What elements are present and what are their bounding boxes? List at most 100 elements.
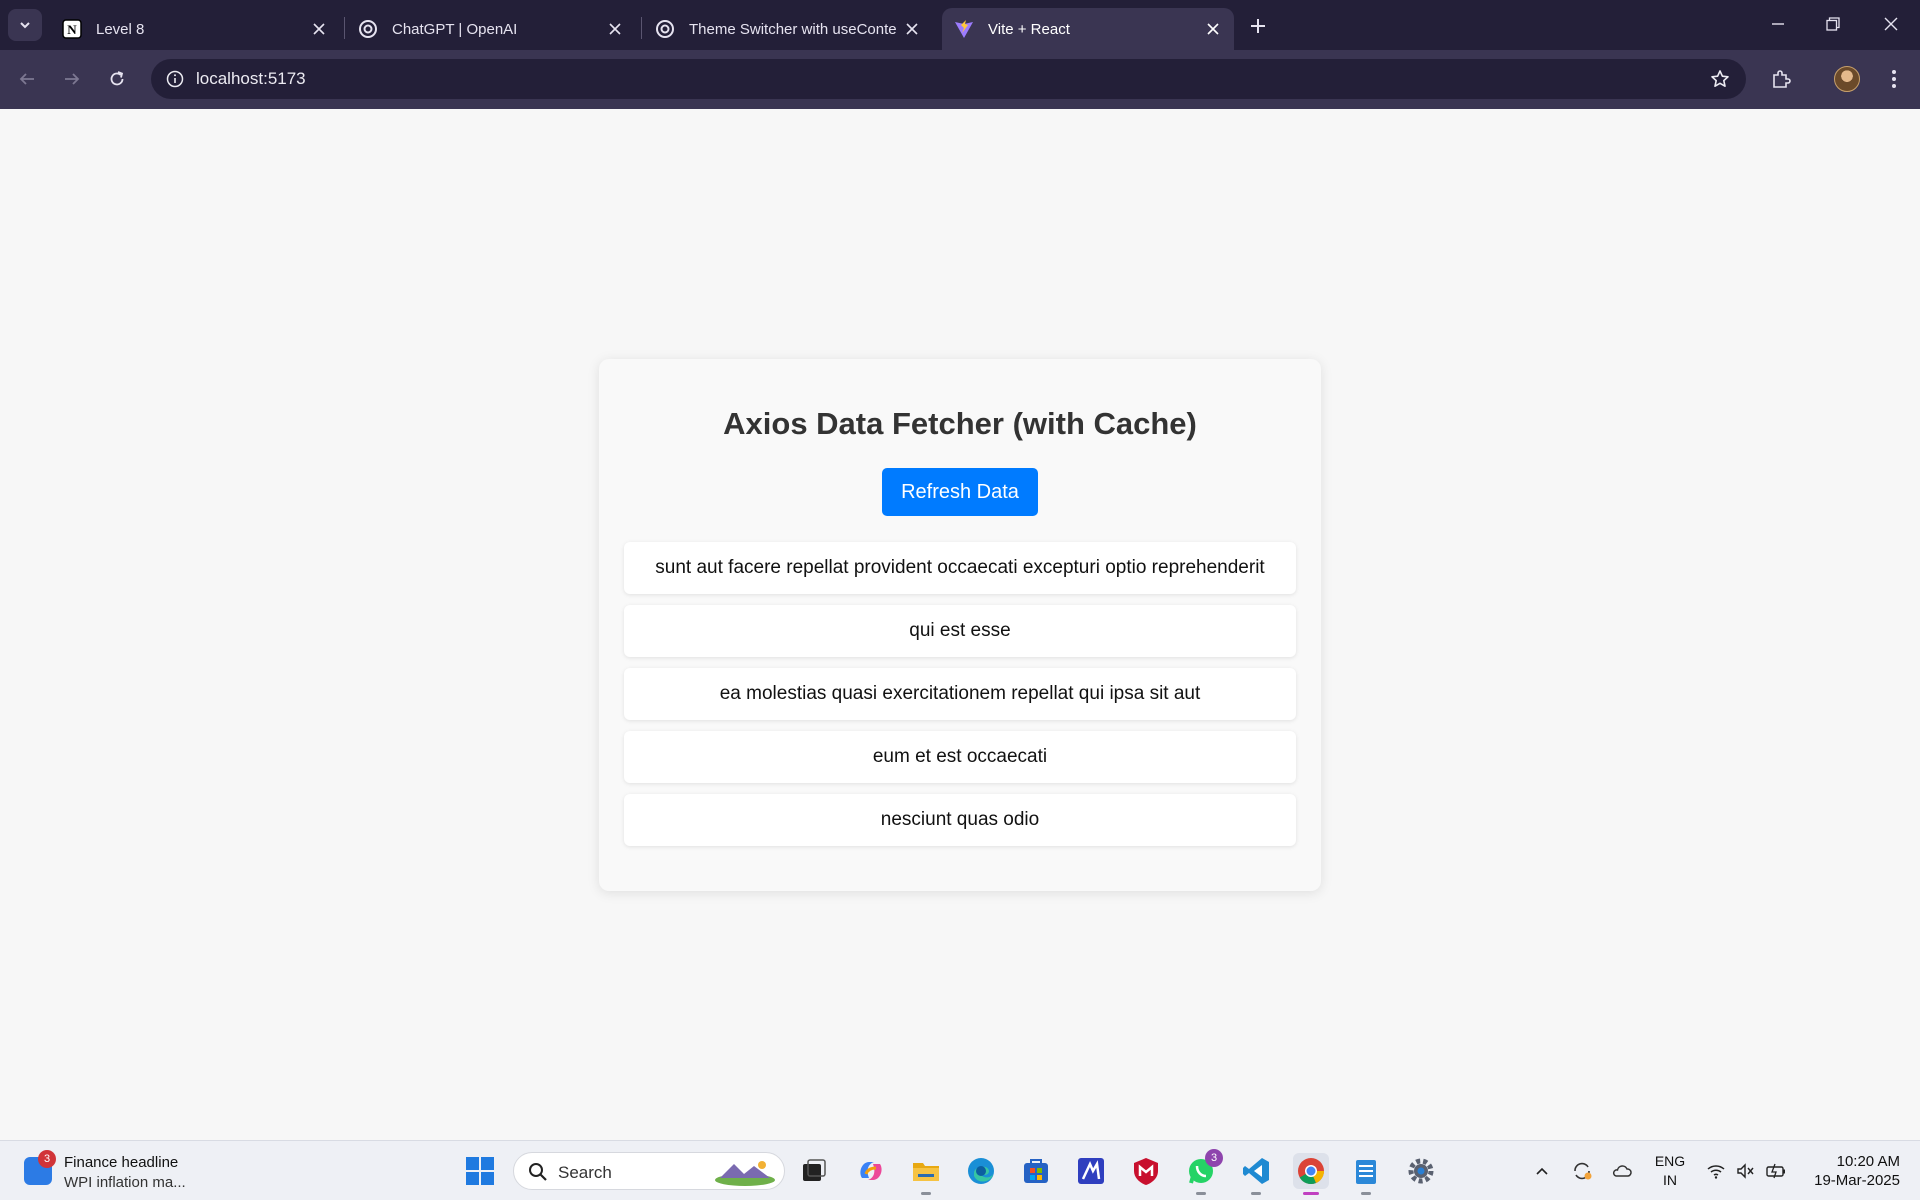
tab-divider [641,17,642,39]
extensions-button[interactable] [1765,63,1797,95]
data-fetcher-card: Axios Data Fetcher (with Cache) Refresh … [599,359,1321,891]
news-widget[interactable]: 3 Finance headline WPI inflation ma... [24,1150,224,1191]
file-explorer-button[interactable] [908,1153,944,1195]
close-tab-icon[interactable] [901,18,923,40]
avatar [1834,66,1860,92]
mcafee-button[interactable] [1128,1153,1164,1189]
minimize-icon [1772,23,1784,25]
site-info-icon[interactable] [163,67,187,91]
vscode-icon [1243,1158,1269,1184]
time-text: 10:20 AM [1836,1153,1900,1170]
refresh-data-button[interactable]: Refresh Data [882,468,1038,516]
tab-vite-react[interactable]: Vite + React [942,8,1234,50]
store-icon [1024,1159,1048,1183]
notion-icon: N [62,19,82,39]
bookmark-star-icon[interactable] [1708,67,1732,91]
arrow-left-icon [19,73,34,85]
notepad-button[interactable] [1348,1153,1384,1195]
language-code: ENG [1654,1153,1686,1169]
battery-charging-icon [1766,1163,1785,1179]
wifi-tray-button[interactable] [1704,1159,1728,1183]
restore-icon [1826,17,1840,31]
onedrive-tray-button[interactable] [1610,1159,1634,1183]
language-indicator[interactable]: ENG IN [1652,1152,1688,1190]
list-item: sunt aut facere repellat provident occae… [624,542,1296,594]
edge-button[interactable] [963,1153,999,1189]
windows-icon [466,1157,494,1185]
tab-chatgpt[interactable]: ChatGPT | OpenAI [346,8,636,50]
widget-title: Finance headline [64,1154,179,1171]
copilot-button[interactable] [853,1153,889,1189]
tab-theme-switcher[interactable]: Theme Switcher with useConte [643,8,933,50]
app-button[interactable] [1073,1153,1109,1189]
running-indicator [1251,1192,1261,1195]
list-item: ea molestias quasi exercitationem repell… [624,668,1296,720]
clock[interactable]: 10:20 AM 19-Mar-2025 [1800,1152,1900,1190]
battery-tray-button[interactable] [1764,1159,1788,1183]
notepad-icon [1356,1160,1376,1184]
chrome-icon [1298,1158,1324,1185]
new-tab-button[interactable] [1244,12,1272,40]
close-tab-icon[interactable] [1202,18,1224,40]
arrow-right-icon [65,73,80,85]
search-placeholder: Search [558,1163,612,1182]
search-icon [529,1163,547,1181]
task-view-button[interactable] [796,1153,832,1189]
browser-toolbar: localhost:5173 [0,50,1920,109]
tab-title: Level 8 [96,20,145,38]
store-button[interactable] [1018,1153,1054,1189]
sync-tray-button[interactable] [1570,1159,1594,1183]
address-bar[interactable]: localhost:5173 [151,59,1746,99]
list-item: eum et est occaecati [624,731,1296,783]
folder-icon [913,1163,939,1181]
taskbar: 3 Finance headline WPI inflation ma... S… [0,1140,1920,1200]
show-hidden-icons-button[interactable] [1530,1159,1554,1183]
task-view-icon [803,1159,826,1181]
notification-badge: 3 [1205,1149,1223,1167]
tab-strip: N Level 8 ChatGPT | OpenAI Theme Switche… [0,0,1920,50]
chrome-button[interactable] [1293,1153,1329,1195]
tab-level-8[interactable]: N Level 8 [50,8,340,50]
close-icon [1884,17,1898,31]
close-tab-icon[interactable] [604,18,626,40]
landscape-icon [715,1161,775,1186]
chevron-up-icon [1536,1167,1548,1175]
minimize-button[interactable] [1758,8,1798,40]
tab-search-button[interactable] [8,9,42,41]
mcafee-shield-icon [1134,1158,1158,1185]
vite-icon [954,19,974,39]
volume-tray-button[interactable] [1734,1159,1758,1183]
whatsapp-button[interactable]: 3 [1183,1149,1223,1195]
vscode-button[interactable] [1238,1153,1274,1195]
start-button[interactable] [462,1153,498,1189]
close-window-button[interactable] [1871,8,1911,40]
wifi-icon [1707,1165,1725,1179]
app-icon [1078,1158,1104,1184]
widget-subtitle: WPI inflation ma... [64,1174,186,1191]
cloud-icon [1612,1165,1632,1177]
restore-button[interactable] [1813,8,1853,40]
running-indicator [1361,1192,1371,1195]
settings-button[interactable] [1403,1153,1439,1189]
running-indicator [1196,1192,1206,1195]
list-item: qui est esse [624,605,1296,657]
sync-icon [1574,1162,1592,1180]
profile-button[interactable] [1831,63,1863,95]
running-indicator [921,1192,931,1195]
back-button[interactable] [11,63,43,95]
forward-button[interactable] [56,63,88,95]
volume-muted-icon [1737,1163,1754,1179]
post-list: sunt aut facere repellat provident occae… [624,542,1296,857]
edge-icon [968,1158,994,1184]
tab-title: Theme Switcher with useConte [689,20,897,38]
tab-title: ChatGPT | OpenAI [392,20,518,38]
taskbar-search[interactable]: Search [513,1152,785,1190]
url-text[interactable]: localhost:5173 [196,69,306,89]
browser-menu-button[interactable] [1878,63,1910,95]
reload-icon [110,71,124,86]
more-vertical-icon [1892,70,1896,88]
region-code: IN [1663,1172,1677,1188]
running-indicator [1303,1192,1319,1195]
reload-button[interactable] [101,63,133,95]
close-tab-icon[interactable] [308,18,330,40]
